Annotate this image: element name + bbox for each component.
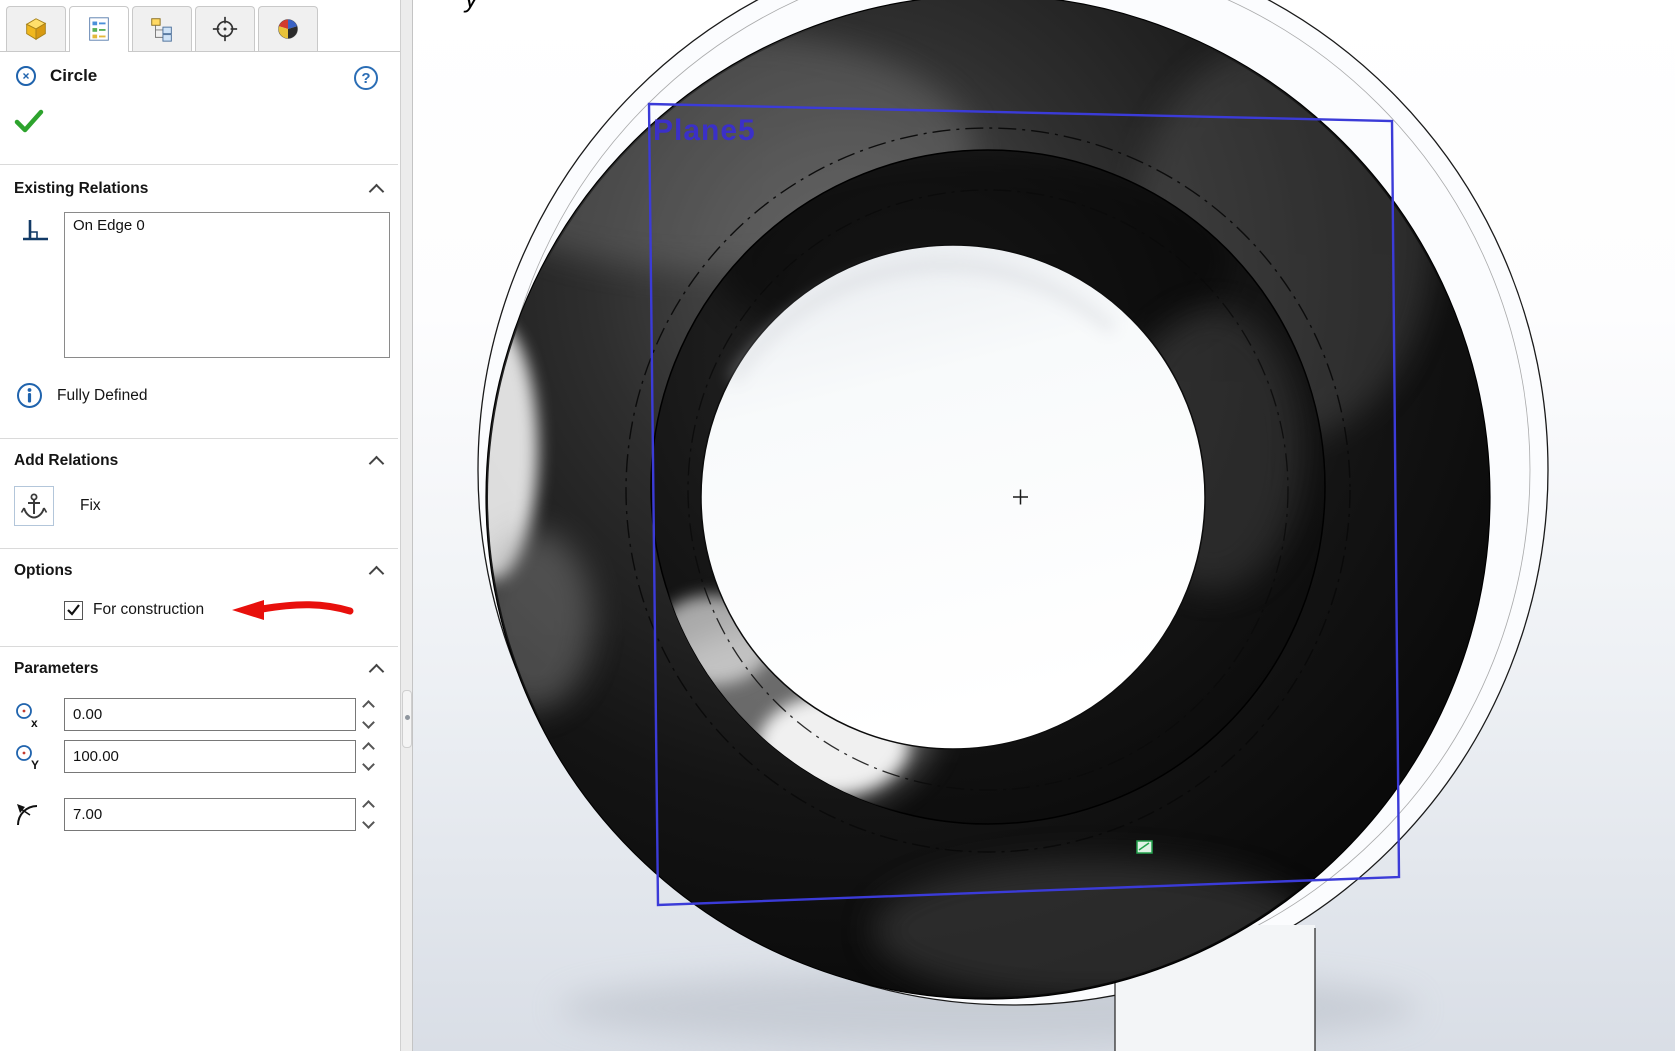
radius-icon [10, 801, 44, 829]
annotation-arrow-icon [228, 598, 356, 622]
existing-relations-header[interactable]: Existing Relations [14, 180, 386, 198]
options-label: Options [14, 562, 73, 580]
spinner-down-icon[interactable] [362, 716, 375, 729]
section-divider [0, 438, 398, 439]
collapse-chevron-icon[interactable] [369, 566, 385, 582]
options-header[interactable]: Options [14, 562, 386, 580]
collapse-chevron-icon[interactable] [369, 664, 385, 680]
perpendicular-relation-icon [18, 214, 52, 251]
existing-relations-label: Existing Relations [14, 180, 148, 198]
tab-configurationmanager[interactable] [132, 6, 192, 51]
fix-relation-button[interactable] [14, 486, 54, 526]
sketch-plane-badge-icon [1137, 841, 1152, 853]
model-view[interactable]: Plane5 y [413, 0, 1675, 1051]
axis-label: y [463, 0, 480, 13]
splitter-handle[interactable] [402, 690, 412, 748]
status-text: Fully Defined [57, 387, 147, 405]
svg-text:x: x [31, 716, 38, 729]
spinner-up-icon[interactable] [362, 742, 375, 755]
center-y-input[interactable] [64, 740, 356, 773]
fix-button-label: Fix [80, 497, 101, 515]
circle-tool-icon [14, 64, 38, 88]
solidworks-window: Circle ? Existing Relations On Edge 0 [0, 0, 1675, 1051]
bore-hole[interactable] [701, 245, 1205, 749]
spinner-down-icon[interactable] [362, 758, 375, 771]
panel-splitter[interactable] [400, 0, 413, 1051]
add-relations-header[interactable]: Add Relations [14, 452, 386, 470]
tab-featuremanager[interactable] [6, 6, 66, 51]
section-divider [0, 548, 398, 549]
parameters-header[interactable]: Parameters [14, 660, 386, 678]
anchor-fix-icon [19, 491, 49, 521]
property-manager-icon [85, 15, 113, 43]
parameters-label: Parameters [14, 660, 98, 678]
feature-manager-design-tree-icon [22, 15, 50, 43]
property-manager-panel: Circle ? Existing Relations On Edge 0 [0, 0, 400, 1051]
graphics-viewport[interactable]: Plane5 y [413, 0, 1675, 1051]
center-x-input[interactable] [64, 698, 356, 731]
tab-dimxpertmanager[interactable] [195, 6, 255, 51]
existing-relations-list[interactable]: On Edge 0 [64, 212, 390, 358]
tab-propertymanager[interactable] [69, 6, 129, 51]
for-construction-label: For construction [93, 601, 204, 619]
add-relations-label: Add Relations [14, 452, 118, 470]
configuration-manager-icon [148, 15, 176, 43]
center-y-coordinate-icon: Y [10, 743, 44, 771]
ok-button[interactable] [14, 108, 44, 139]
spinner-down-icon[interactable] [362, 816, 375, 829]
svg-text:Y: Y [31, 758, 39, 771]
radius-input[interactable] [64, 798, 356, 831]
center-x-spinner[interactable] [362, 700, 375, 729]
manager-tab-bar [0, 0, 400, 52]
checkmark-icon [66, 603, 81, 617]
check-icon [14, 108, 44, 134]
page-title: Circle [50, 66, 97, 86]
center-y-spinner[interactable] [362, 742, 375, 771]
section-divider [0, 164, 398, 165]
collapse-chevron-icon[interactable] [369, 184, 385, 200]
splitter-dot-icon [405, 715, 410, 720]
spinner-up-icon[interactable] [362, 700, 375, 713]
relation-list-item[interactable]: On Edge 0 [65, 213, 389, 238]
for-construction-checkbox[interactable] [64, 601, 83, 620]
dimxpert-manager-icon [211, 15, 239, 43]
tab-displaymanager[interactable] [258, 6, 318, 51]
information-icon [16, 382, 43, 409]
center-x-coordinate-icon: x [10, 701, 44, 729]
spinner-up-icon[interactable] [362, 800, 375, 813]
section-divider [0, 646, 398, 647]
help-icon[interactable]: ? [354, 66, 378, 90]
radius-spinner[interactable] [362, 800, 375, 829]
display-manager-icon [274, 15, 302, 43]
collapse-chevron-icon[interactable] [369, 456, 385, 472]
plane-label[interactable]: Plane5 [653, 114, 756, 147]
